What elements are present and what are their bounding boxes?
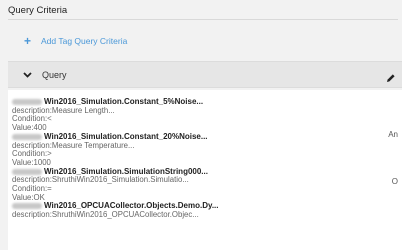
- tag-condition: Condition:>: [12, 149, 52, 159]
- tag-name-text: Win2016_Simulation.Constant_20%Noise...: [44, 131, 208, 141]
- query-list: Win2016_Simulation.Constant_5%Noise... d…: [8, 90, 402, 250]
- logical-operator: O: [391, 177, 398, 186]
- redacted-prefix: [12, 168, 42, 175]
- add-tag-query-criteria-label: Add Tag Query Criteria: [41, 36, 128, 46]
- redacted-prefix: [12, 98, 42, 105]
- tag-description: description:ShruthiWin2016_Simulation.Si…: [12, 175, 189, 185]
- list-item[interactable]: Win2016_OPCUACollector.Objects.Demo.Dy..…: [12, 202, 402, 219]
- query-section-header[interactable]: Query: [8, 61, 402, 88]
- tag-name-text: Win2016_OPCUACollector.Objects.Demo.Dy..…: [44, 201, 219, 211]
- tag-name-text: Win2016_Simulation.Constant_5%Noise...: [44, 97, 204, 106]
- tag-condition: Condition:<: [12, 114, 52, 124]
- logical-operator: An: [388, 130, 398, 139]
- query-section-label: Query: [42, 69, 67, 80]
- list-item[interactable]: Win2016_Simulation.SimulationString000..…: [12, 166, 402, 203]
- chevron-down-icon[interactable]: [22, 70, 32, 80]
- list-item[interactable]: Win2016_Simulation.Constant_20%Noise... …: [12, 131, 402, 168]
- tag-description: description:Measure Length...: [12, 105, 115, 115]
- tag-condition: Condition:=: [12, 184, 52, 194]
- list-item[interactable]: Win2016_Simulation.Constant_5%Noise... d…: [12, 97, 402, 133]
- panel-title: Query Criteria: [8, 5, 398, 20]
- tag-name-text: Win2016_Simulation.SimulationString000..…: [44, 166, 208, 176]
- pencil-icon[interactable]: [386, 70, 396, 82]
- tag-description: description:ShruthiWin2016_OPCUACollecto…: [12, 210, 199, 220]
- redacted-prefix: [12, 203, 42, 210]
- tag-description: description:Measure Temperature...: [12, 140, 135, 150]
- plus-icon: +: [24, 34, 32, 48]
- redacted-prefix: [12, 133, 42, 140]
- add-tag-query-criteria-button[interactable]: + Add Tag Query Criteria: [24, 34, 128, 48]
